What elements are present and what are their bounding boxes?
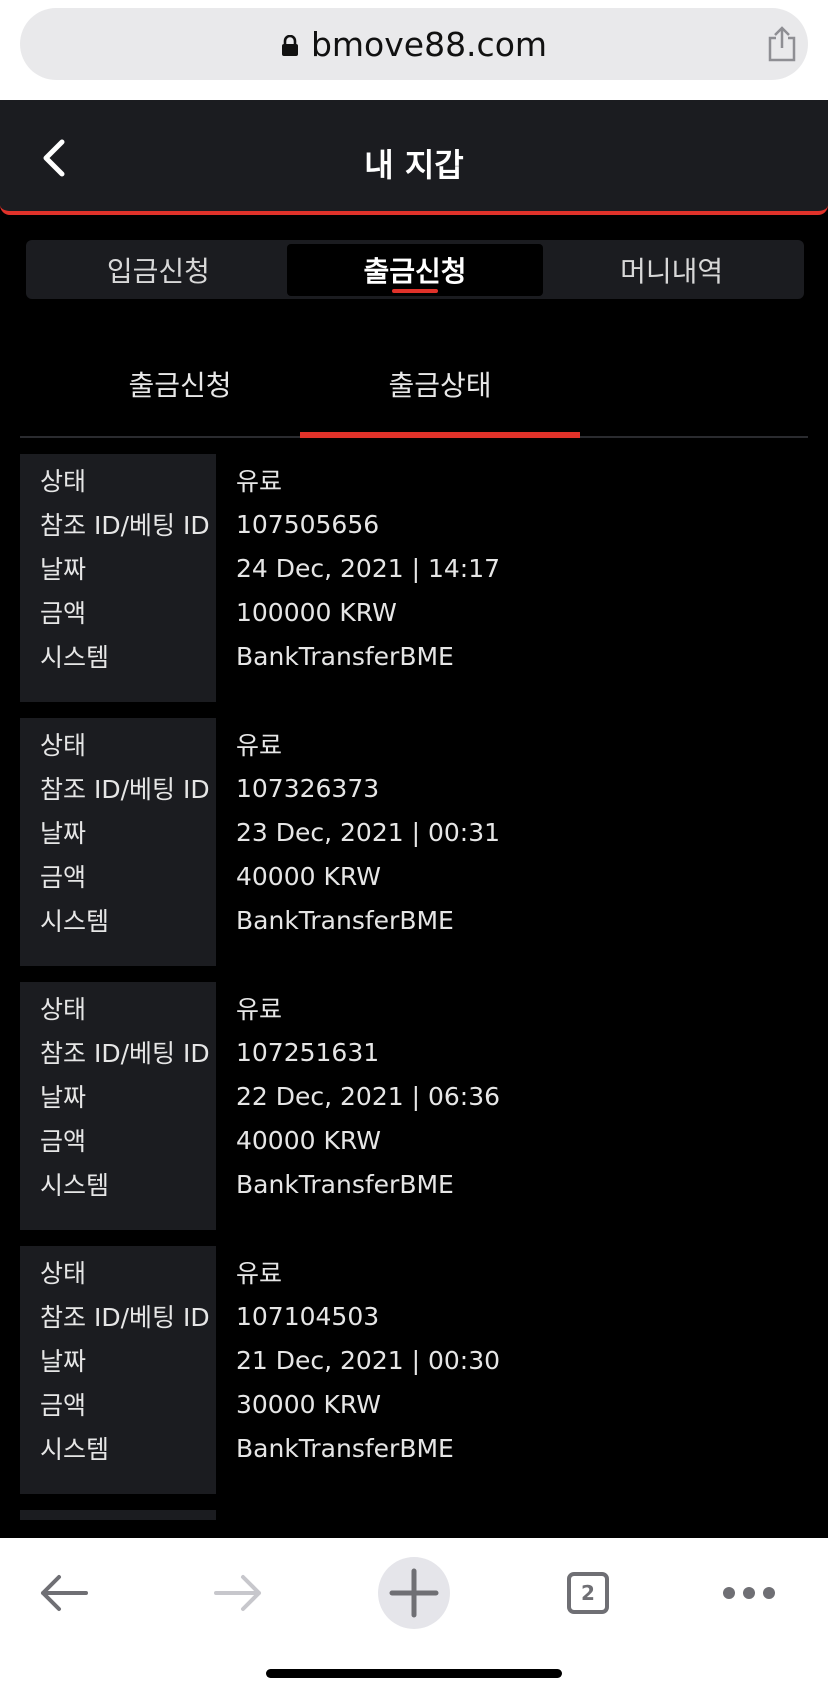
status-value: 유료 [236,995,283,1024]
ref-id-value: 107104503 [236,1301,380,1331]
arrow-right-icon [214,1575,261,1611]
tabs-icon: 2 [567,1572,609,1614]
tab-count: 2 [581,1581,595,1605]
ref-id-label: 참조 ID/베팅 ID [40,1303,210,1332]
active-tab-indicator [392,288,438,293]
withdraw-status-list: 상태 유료 참조 ID/베팅 ID 107505656 날짜 24 Dec, 2021… [20,454,808,1520]
back-nav-button[interactable] [19,1558,109,1628]
address-bar[interactable]: bmove88.com [20,8,808,80]
date-value: 21 Dec, 2021 | 00:30 [236,1345,501,1375]
date-label: 날짜 [40,819,87,848]
ref-id-value: 107326373 [236,773,380,803]
tabs-button[interactable]: 2 [543,1558,633,1628]
list-item: 상태 유료 참조 ID/베팅 ID 107251631 날짜 22 Dec, 2021… [20,982,808,1230]
new-tab-button[interactable] [369,1548,459,1638]
tab-label: 출금신청 [363,254,467,288]
tab-label: 머니내역 [620,254,724,288]
status-label: 상태 [40,995,87,1024]
list-item-partial [20,1510,216,1520]
status-label: 상태 [40,467,87,496]
arrow-left-icon [41,1575,88,1611]
lock-icon [281,35,298,56]
system-label: 시스템 [40,1171,110,1200]
status-label: 상태 [40,1259,87,1288]
status-value: 유료 [236,467,283,496]
amount-label: 금액 [40,863,87,892]
date-label: 날짜 [40,1083,87,1112]
amount-value: 30000 KRW [236,1389,381,1419]
list-item: 상태 유료 참조 ID/베팅 ID 107326373 날짜 23 Dec, 2021… [20,718,808,966]
list-item: 상태 유료 참조 ID/베팅 ID 107104503 날짜 21 Dec, 2021… [20,1246,808,1494]
amount-value: 100000 KRW [236,597,397,627]
sub-tabs: 출금신청 출금상태 [20,340,808,438]
amount-label: 금액 [40,599,87,628]
main-tabs: 입금신청 출금신청 머니내역 [26,240,804,299]
tab-deposit-request[interactable]: 입금신청 [30,244,287,296]
date-value: 23 Dec, 2021 | 00:31 [236,817,501,847]
status-value: 유료 [236,1259,283,1288]
status-value: 유료 [236,731,283,760]
amount-value: 40000 KRW [236,861,381,891]
tab-money-history[interactable]: 머니내역 [543,244,800,296]
subtab-withdraw-request[interactable]: 출금신청 [40,340,320,436]
system-value: BankTransferBME [236,905,454,935]
date-value: 24 Dec, 2021 | 14:17 [236,553,501,583]
date-value: 22 Dec, 2021 | 06:36 [236,1081,501,1111]
system-label: 시스템 [40,1435,110,1464]
amount-value: 40000 KRW [236,1125,381,1155]
page-title: 내 지갑 [364,146,464,184]
ref-id-label: 참조 ID/베팅 ID [40,1039,210,1068]
browser-top-bar: bmove88.com [0,0,828,100]
more-button[interactable] [704,1558,794,1628]
system-value: BankTransferBME [236,1169,454,1199]
ref-id-value: 107251631 [236,1037,380,1067]
amount-label: 금액 [40,1391,87,1420]
system-value: BankTransferBME [236,1433,454,1463]
plus-icon [378,1557,450,1629]
status-label: 상태 [40,731,87,760]
more-icon [723,1587,775,1599]
list-item: 상태 유료 참조 ID/베팅 ID 107505656 날짜 24 Dec, 2021… [20,454,808,702]
system-label: 시스템 [40,907,110,936]
share-icon[interactable] [766,26,798,62]
date-label: 날짜 [40,1347,87,1376]
date-label: 날짜 [40,555,87,584]
amount-label: 금액 [40,1127,87,1156]
system-value: BankTransferBME [236,641,454,671]
home-indicator [266,1669,562,1678]
system-label: 시스템 [40,643,110,672]
subtab-withdraw-status[interactable]: 출금상태 [300,340,580,438]
tab-label: 입금신청 [106,254,210,288]
tab-withdraw-request[interactable]: 출금신청 [286,243,544,296]
url-text: bmove88.com [310,24,548,64]
ref-id-label: 참조 ID/베팅 ID [40,775,210,804]
forward-nav-button[interactable] [193,1558,283,1628]
app-header: 내 지갑 [0,100,828,215]
ref-id-value: 107505656 [236,509,380,539]
ref-id-label: 참조 ID/베팅 ID [40,511,210,540]
